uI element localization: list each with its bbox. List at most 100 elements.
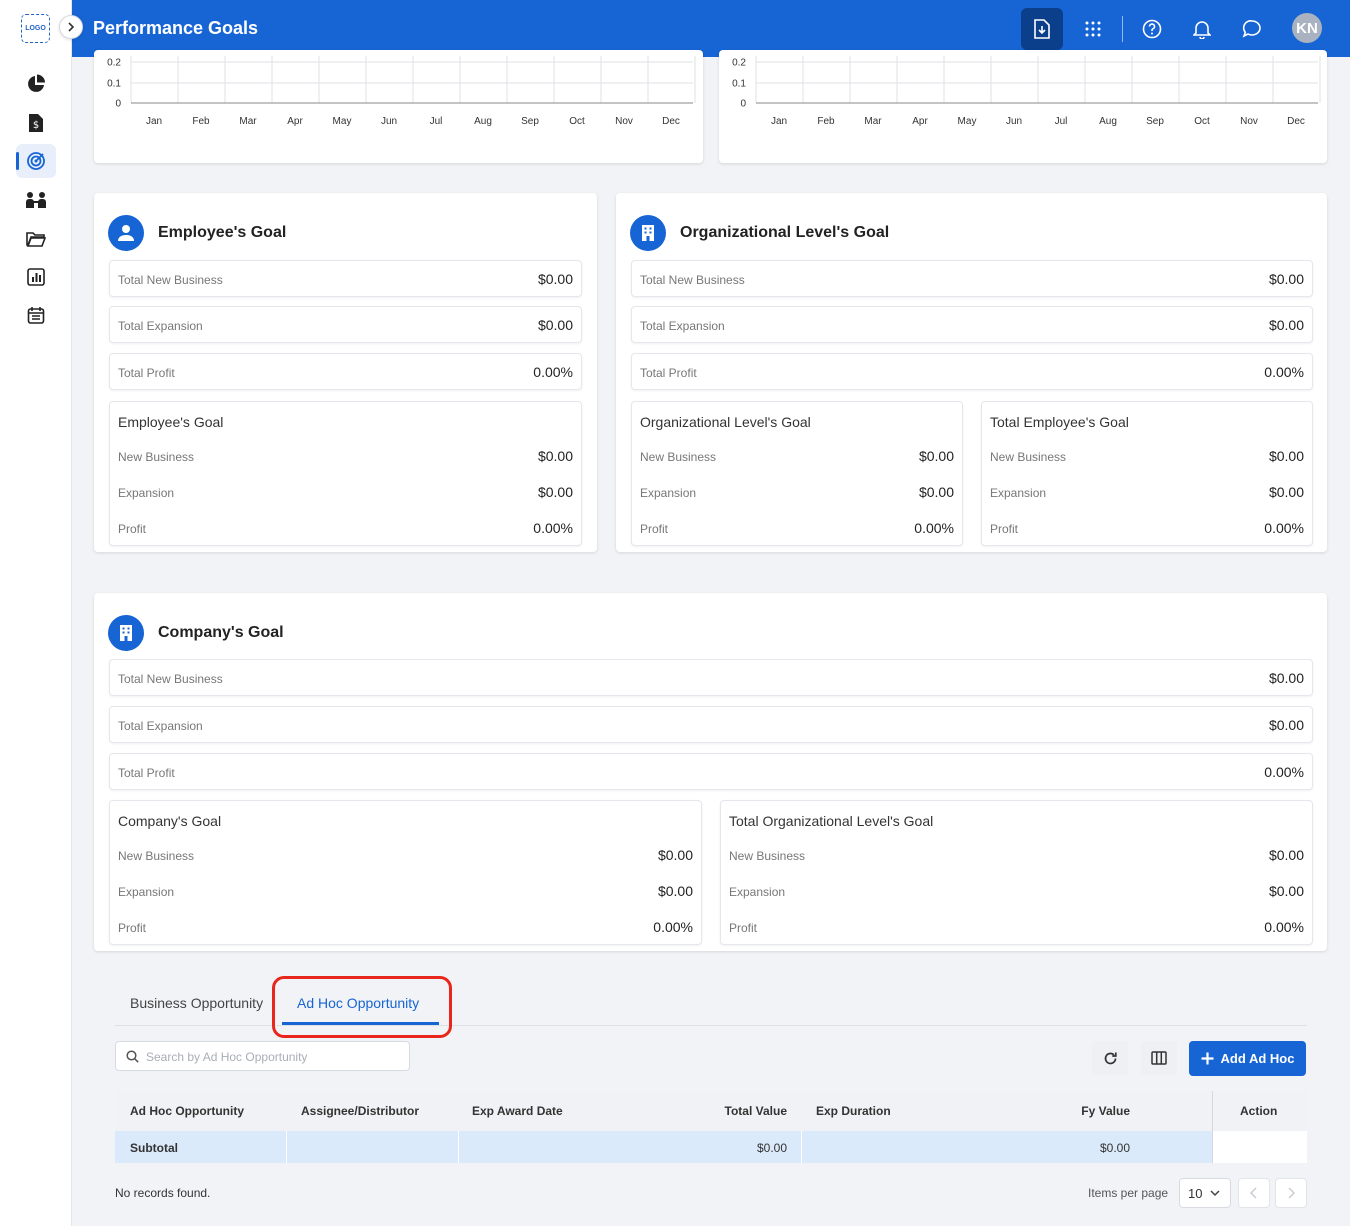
row-value: 0.00% <box>653 919 693 935</box>
subtotal-row <box>115 1131 1212 1163</box>
y-tick-label: 0.2 <box>732 58 746 69</box>
export-button[interactable] <box>1021 8 1063 50</box>
x-tick-label: Jun <box>1006 116 1022 127</box>
company-goal-header: Company's Goal <box>108 615 284 651</box>
x-tick-label: Jul <box>430 116 443 127</box>
row-label: Total Expansion <box>118 719 203 733</box>
total-new-business-row: Total New Business $0.00 <box>631 260 1313 297</box>
add-ad-hoc-label: Add Ad Hoc <box>1220 1051 1295 1066</box>
col-assignee[interactable]: Assignee/Distributor <box>301 1104 419 1118</box>
breakdown-row: Expansion $0.00 <box>640 484 954 502</box>
row-value: $0.00 <box>1268 484 1304 500</box>
chart-card-right: 0.2 0.1 0 Jan Feb Mar Apr May Jun Jul Aug Sep Oct Nov… <box>719 50 1327 163</box>
action-column-divider <box>1212 1091 1213 1163</box>
x-tick-label: Jan <box>771 116 787 127</box>
refresh-icon <box>1104 1052 1117 1064</box>
app-logo[interactable]: LOGO <box>21 14 50 43</box>
columns-button[interactable] <box>1141 1041 1177 1075</box>
next-page-button[interactable] <box>1275 1178 1307 1208</box>
chat-button[interactable] <box>1231 8 1273 50</box>
prev-page-button[interactable] <box>1238 1178 1270 1208</box>
row-value: $0.00 <box>537 448 573 464</box>
row-label: New Business <box>729 849 806 863</box>
breakdown-row: Profit 0.00% <box>118 919 693 937</box>
person-icon <box>108 215 144 251</box>
tab-business-opportunity[interactable]: Business Opportunity <box>130 995 263 1011</box>
row-value: 0.00% <box>1264 520 1304 536</box>
sidebar-item-calendar[interactable] <box>16 298 56 332</box>
x-tick-label: Aug <box>474 116 492 127</box>
breakdown-row: New Business $0.00 <box>118 448 573 466</box>
breakdown-row: Profit 0.00% <box>729 919 1304 937</box>
building-icon <box>108 615 144 651</box>
sidebar-item-dashboard[interactable] <box>16 67 56 101</box>
row-label: Total Expansion <box>640 319 725 333</box>
pie-chart-icon <box>28 74 45 92</box>
col-ad-hoc-opportunity[interactable]: Ad Hoc Opportunity <box>130 1104 244 1118</box>
sidebar-toggle-button[interactable] <box>59 15 83 39</box>
x-tick-label: Feb <box>192 116 210 127</box>
x-tick-label: Sep <box>521 116 539 127</box>
row-label: Total New Business <box>118 273 223 287</box>
column-divider <box>458 1131 459 1163</box>
folder-icon <box>26 232 46 247</box>
x-tick-label: Mar <box>239 116 257 127</box>
employee-goal-title: Employee's Goal <box>158 224 287 241</box>
breakdown-title: Company's Goal <box>118 813 222 829</box>
empty-state-text: No records found. <box>115 1186 211 1200</box>
help-icon <box>1142 19 1162 39</box>
x-tick-label: Sep <box>1146 116 1164 127</box>
total-profit-row: Total Profit 0.00% <box>109 753 1313 790</box>
apps-button[interactable] <box>1072 8 1114 50</box>
sidebar-item-team[interactable] <box>16 183 56 217</box>
x-tick-label: Mar <box>864 116 882 127</box>
row-value: $0.00 <box>657 847 693 863</box>
total-new-business-row: Total New Business $0.00 <box>109 659 1313 696</box>
user-avatar[interactable]: KN <box>1292 13 1322 43</box>
column-divider <box>286 1131 287 1163</box>
x-tick-label: Aug <box>1099 116 1117 127</box>
chevron-down-icon <box>1210 1190 1220 1197</box>
add-ad-hoc-button[interactable]: Add Ad Hoc <box>1189 1041 1306 1076</box>
y-tick-label: 0.2 <box>107 58 121 69</box>
employee-goal-header: Employee's Goal <box>108 215 286 251</box>
company-goal-breakdown: Company's Goal New Business $0.00 Expansi… <box>109 800 702 945</box>
subtotal-fy-value: $0.00 <box>1099 1141 1130 1155</box>
sidebar-item-goals[interactable] <box>16 144 56 178</box>
refresh-button[interactable] <box>1092 1041 1128 1075</box>
breakdown-title: Employee's Goal <box>118 414 224 430</box>
x-tick-label: Jan <box>146 116 162 127</box>
col-exp-award-date[interactable]: Exp Award Date <box>472 1104 563 1118</box>
row-value: $0.00 <box>1268 670 1304 686</box>
x-tick-label: Oct <box>569 116 585 127</box>
chevron-right-icon <box>1288 1187 1295 1199</box>
row-label: Total Profit <box>640 366 697 380</box>
x-tick-label: May <box>333 116 352 127</box>
breakdown-row: Expansion $0.00 <box>118 484 573 502</box>
sidebar-item-invoices[interactable]: $ <box>16 106 56 140</box>
column-divider <box>801 1131 802 1163</box>
row-value: $0.00 <box>918 484 954 500</box>
breakdown-row: Expansion $0.00 <box>729 883 1304 901</box>
x-tick-label: Nov <box>1240 116 1258 127</box>
x-tick-label: Jun <box>381 116 397 127</box>
search-input[interactable] <box>146 1047 396 1067</box>
y-tick-label: 0 <box>740 99 746 110</box>
sidebar-item-documents[interactable] <box>16 222 56 256</box>
breakdown-row: New Business $0.00 <box>640 448 954 466</box>
col-total-value[interactable]: Total Value <box>725 1104 787 1118</box>
breakdown-row: New Business $0.00 <box>729 847 1304 865</box>
bell-icon <box>1193 21 1211 39</box>
col-exp-duration[interactable]: Exp Duration <box>816 1104 891 1118</box>
col-fy-value[interactable]: Fy Value <box>1081 1104 1130 1118</box>
calendar-icon <box>27 307 45 324</box>
team-icon <box>26 192 46 208</box>
row-label: New Business <box>990 450 1067 464</box>
company-goal-card: Company's Goal Total New Business $0.00 … <box>94 593 1327 951</box>
notifications-button[interactable] <box>1181 8 1223 50</box>
help-button[interactable] <box>1131 8 1173 50</box>
items-per-page-select[interactable]: 10 <box>1179 1178 1231 1208</box>
y-tick-label: 0.1 <box>107 79 121 90</box>
row-label: Profit <box>640 522 669 536</box>
sidebar-item-reports[interactable] <box>16 260 56 294</box>
